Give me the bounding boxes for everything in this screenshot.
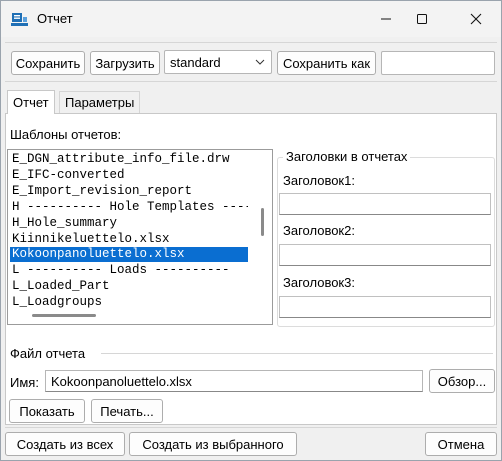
template-select[interactable]: standard — [164, 50, 272, 74]
save-as-button[interactable]: Сохранить как — [277, 51, 376, 75]
list-item[interactable]: E_IFC-converted — [10, 168, 248, 183]
header2-label: Заголовок2: — [283, 223, 355, 238]
window-title: Отчет — [37, 11, 73, 26]
templates-list[interactable]: E_DGN_attribute_info_file.drw E_IFC-conv… — [7, 149, 273, 325]
list-item[interactable]: L_Loaded_Part — [10, 279, 248, 294]
templates-label: Шаблоны отчетов: — [10, 127, 122, 142]
chevron-down-icon — [255, 59, 265, 65]
print-button[interactable]: Печать... — [91, 399, 163, 423]
save-as-name-input[interactable] — [381, 51, 495, 75]
list-item[interactable]: L_Loadgroups — [10, 295, 248, 310]
list-item[interactable]: Kiinnikeluettelo.xlsx — [10, 232, 248, 247]
create-from-all-button[interactable]: Создать из всех — [5, 432, 125, 456]
save-button[interactable]: Сохранить — [11, 51, 85, 75]
show-button[interactable]: Показать — [9, 399, 85, 423]
title-bar: Отчет — [1, 1, 501, 37]
header1-input[interactable] — [279, 193, 491, 215]
load-button[interactable]: Загрузить — [90, 51, 160, 75]
cancel-button[interactable]: Отмена — [425, 432, 497, 456]
tab-parameters[interactable]: Параметры — [59, 91, 141, 113]
toolbar-bottom-divider — [5, 81, 497, 82]
tab-report[interactable]: Отчет — [7, 90, 55, 114]
report-file-legend: Файл отчета — [10, 346, 86, 361]
header3-input[interactable] — [279, 296, 491, 318]
toolbar-top-divider — [5, 42, 497, 43]
maximize-icon — [417, 14, 427, 24]
list-item-selected[interactable]: Kokoonpanoluettelo.xlsx — [10, 247, 248, 262]
footer-divider — [5, 427, 497, 428]
list-item[interactable]: H ---------- Hole Templates ---------- — [10, 200, 248, 215]
list-item[interactable]: E_Import_revision_report — [10, 184, 248, 199]
list-item[interactable]: L ---------- Loads ---------- — [10, 263, 248, 278]
maximize-button[interactable] — [399, 1, 445, 37]
report-dialog: Отчет Сохранить Загрузить standard Сохра… — [0, 0, 502, 461]
header1-label: Заголовок1: — [283, 173, 355, 188]
header3-label: Заголовок3: — [283, 275, 355, 290]
minimize-icon — [381, 18, 391, 20]
create-from-selected-button[interactable]: Создать из выбранного — [129, 432, 297, 456]
vertical-scrollbar[interactable] — [261, 208, 264, 236]
headers-group-legend: Заголовки в отчетах — [283, 149, 411, 164]
list-item[interactable]: H_Hole_summary — [10, 216, 248, 231]
report-file-divider — [101, 353, 493, 354]
file-name-label: Имя: — [10, 375, 39, 390]
template-select-value: standard — [170, 54, 221, 70]
list-item[interactable]: E_DGN_attribute_info_file.drw — [10, 152, 248, 167]
browse-button[interactable]: Обзор... — [429, 369, 495, 393]
file-name-input[interactable]: Kokoonpanoluettelo.xlsx — [45, 370, 423, 392]
header2-input[interactable] — [279, 244, 491, 266]
app-icon — [11, 13, 28, 26]
close-button[interactable] — [453, 1, 499, 37]
close-icon — [470, 13, 482, 25]
horizontal-scrollbar[interactable] — [32, 314, 96, 317]
